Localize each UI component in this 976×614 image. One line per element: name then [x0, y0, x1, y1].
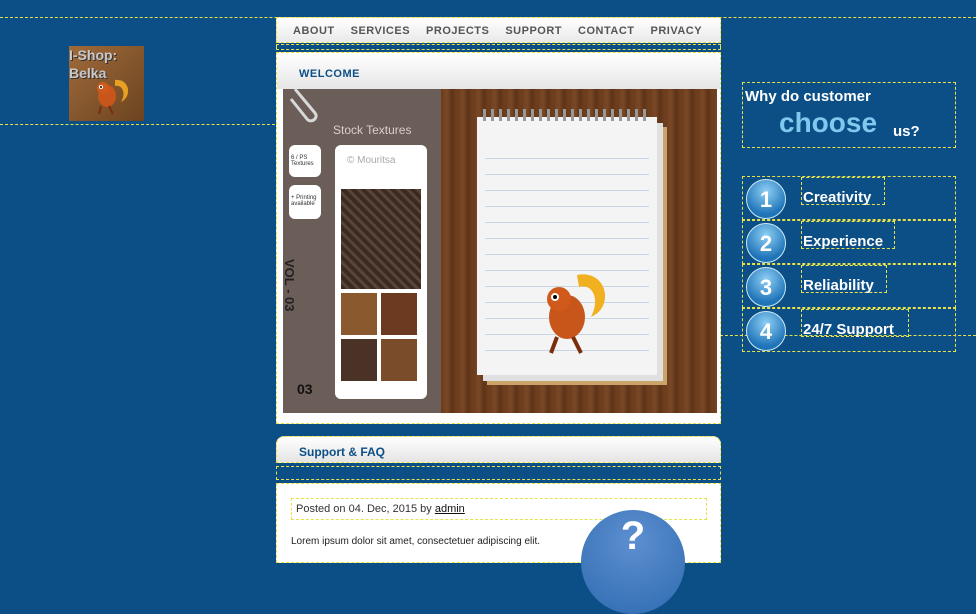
reason-item-3: 3 Reliability: [742, 264, 956, 308]
hero-texture-pack: Stock Textures 6 / PS Textures + Printin…: [283, 89, 441, 413]
paperclip-icon: [289, 89, 318, 123]
reason-item-2: 2 Experience: [742, 220, 956, 264]
post-body: Lorem ipsum dolor sit amet, consectetuer…: [291, 536, 541, 547]
squirrel-icon: [547, 274, 606, 354]
nav-privacy[interactable]: PRIVACY: [651, 18, 703, 37]
hero-volume: VOL - 03: [283, 259, 297, 312]
reason-item-1: 1 Creativity: [742, 176, 956, 220]
why-line3: us?: [893, 123, 920, 140]
nav-contact[interactable]: CONTACT: [578, 18, 634, 37]
faq-badge: ?: [581, 510, 685, 614]
reason-label: Creativity: [803, 189, 872, 206]
post-panel: Posted on 04. Dec, 2015 by admin ? Lorem…: [276, 483, 721, 614]
hero-chip-2: + Printing available: [289, 185, 321, 219]
nav-projects[interactable]: PROJECTS: [426, 18, 489, 37]
why-line2: choose: [779, 107, 878, 138]
hero-swatch-card: © Mouritsa: [335, 145, 427, 399]
hero-watermark: © Mouritsa: [347, 155, 396, 166]
welcome-header: WELCOME: [277, 53, 720, 89]
texture-swatch: [341, 339, 377, 381]
welcome-panel: WELCOME Stock Textures 6 / PS Textures +…: [276, 52, 721, 424]
support-spacer: [276, 466, 721, 480]
nav-support[interactable]: SUPPORT: [505, 18, 562, 37]
notebook-image: [477, 117, 657, 375]
notebook-spiral: [483, 109, 651, 121]
squirrel-icon: [97, 79, 129, 115]
top-navigation: ABOUT SERVICES PROJECTS SUPPORT CONTACT …: [276, 17, 721, 43]
reason-label: Experience: [803, 233, 884, 250]
hero-image: Stock Textures 6 / PS Textures + Printin…: [283, 89, 717, 413]
hero-number: 03: [297, 381, 313, 397]
post-date: Posted on 04. Dec, 2015 by: [296, 503, 435, 515]
texture-swatch: [381, 339, 417, 381]
number-2-icon: 2: [746, 223, 786, 263]
support-title[interactable]: Support & FAQ: [299, 445, 385, 459]
why-choose-us: Why do customer choose us?: [742, 82, 956, 148]
reason-label: 24/7 Support: [803, 321, 894, 338]
post-author-link[interactable]: admin: [435, 503, 465, 515]
number-4-icon: 4: [746, 311, 786, 351]
hero-label: Stock Textures: [333, 123, 412, 137]
number-1-icon: 1: [746, 179, 786, 219]
left-divider: [0, 124, 275, 125]
texture-swatch: [381, 293, 417, 335]
number-3-icon: 3: [746, 267, 786, 307]
nav-about[interactable]: ABOUT: [293, 18, 335, 37]
texture-swatch: [341, 293, 377, 335]
site-logo[interactable]: I-Shop: Belka: [69, 46, 144, 121]
nav-services[interactable]: SERVICES: [351, 18, 410, 37]
reason-label: Reliability: [803, 277, 874, 294]
texture-swatch: [341, 189, 421, 289]
question-mark-icon: ?: [620, 514, 646, 558]
welcome-title: WELCOME: [299, 68, 360, 80]
reason-item-4: 4 24/7 Support: [742, 308, 956, 352]
why-line1: Why do customer: [745, 88, 871, 105]
nav-spacer: [276, 44, 721, 50]
logo-line1: I-Shop:: [69, 47, 118, 63]
hero-chip-1: 6 / PS Textures: [289, 145, 321, 177]
support-faq-panel: Support & FAQ: [276, 436, 721, 463]
